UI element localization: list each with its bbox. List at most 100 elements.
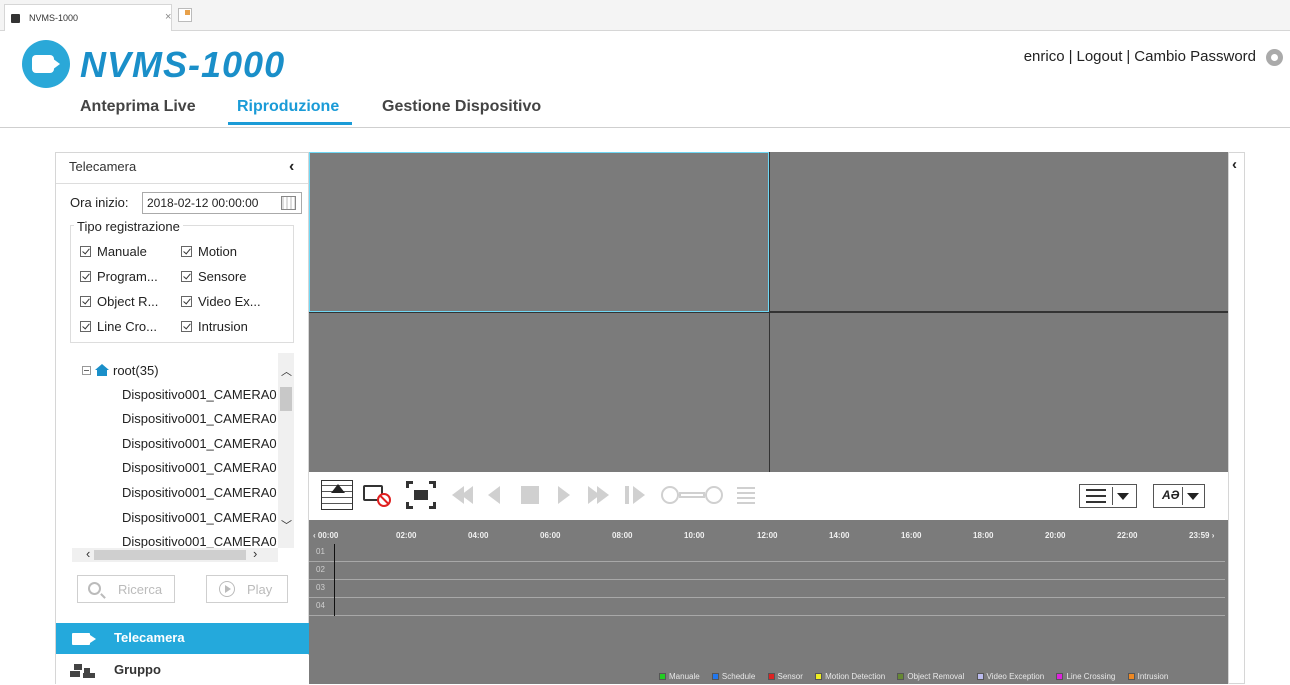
checkbox-icon[interactable] (181, 246, 192, 257)
change-password-link[interactable]: Cambio Password (1134, 48, 1256, 65)
tab-device-management[interactable]: Gestione Dispositivo (382, 98, 541, 116)
row-number: 04 (316, 601, 325, 610)
checkbox-manual[interactable]: Manuale (80, 244, 147, 259)
checkbox-sensor[interactable]: Sensore (181, 269, 246, 284)
tab-playback[interactable]: Riproduzione (237, 98, 339, 116)
tab-close-icon[interactable]: × (165, 11, 171, 23)
logout-link[interactable]: Logout (1076, 48, 1122, 65)
tree-item-camera[interactable]: Dispositivo001_CAMERA0 (122, 436, 277, 451)
side-tab-group[interactable]: Gruppo (56, 655, 310, 685)
checkbox-intrusion[interactable]: Intrusion (181, 319, 248, 334)
checkbox-motion[interactable]: Motion (181, 244, 237, 259)
tree-item-camera[interactable]: Dispositivo001_CAMERA0 (122, 460, 277, 475)
calendar-icon[interactable] (281, 196, 296, 210)
timeline-row[interactable]: 03 (309, 580, 1225, 598)
home-icon (95, 364, 109, 376)
scroll-up-icon[interactable]: ︿ (281, 363, 292, 379)
checkbox-video-exception[interactable]: Video Ex... (181, 294, 261, 309)
video-pane-2[interactable] (769, 152, 1228, 312)
row-number: 02 (316, 565, 325, 574)
video-camera-icon (72, 633, 90, 645)
collapse-node-icon[interactable] (82, 366, 91, 375)
tree-horizontal-scrollbar[interactable]: ‹ › (72, 546, 278, 562)
checkbox-icon[interactable] (181, 296, 192, 307)
tree-item-camera[interactable]: Dispositivo001_CAMERA0 (122, 411, 277, 426)
video-pane-3[interactable] (309, 312, 769, 472)
checkbox-icon[interactable] (181, 321, 192, 332)
close-all-icon[interactable] (363, 481, 393, 509)
reverse-play-icon[interactable] (488, 486, 500, 504)
checkbox-label: Line Cro... (97, 319, 157, 334)
collapse-panel-icon[interactable]: ‹ (289, 158, 294, 176)
rewind-icon[interactable] (452, 486, 478, 504)
list-icon[interactable] (737, 486, 755, 504)
expand-panel-icon[interactable]: ‹ (1232, 156, 1237, 173)
new-tab-icon[interactable] (178, 8, 192, 22)
checkbox-schedule[interactable]: Program... (80, 269, 158, 284)
tab-live-preview[interactable]: Anteprima Live (80, 98, 196, 116)
timeline[interactable]: ‹ 00:00 02:00 04:00 06:00 08:00 10:00 12… (309, 520, 1228, 684)
play-button[interactable]: Play (206, 575, 288, 603)
view-settings-dropdown[interactable] (1079, 484, 1137, 508)
checkbox-icon[interactable] (80, 271, 91, 282)
main-nav: Anteprima Live Riproduzione Gestione Dis… (0, 94, 1290, 128)
playback-toolbar: AƏ (309, 472, 1228, 520)
zoom-out-icon[interactable] (661, 486, 679, 504)
tick-label: 06:00 (540, 531, 561, 540)
side-tab-label: Gruppo (114, 662, 161, 677)
time-ruler[interactable]: ‹ 00:00 02:00 04:00 06:00 08:00 10:00 12… (309, 526, 1228, 546)
video-pane-1[interactable] (309, 152, 769, 312)
fullscreen-icon[interactable] (406, 481, 436, 509)
settings-lines-icon (1086, 489, 1106, 503)
tick-label: 04:00 (468, 531, 489, 540)
timeline-row[interactable]: 01 (309, 544, 1225, 562)
scroll-right-icon[interactable]: › (253, 546, 257, 561)
tree-vertical-scrollbar[interactable]: ︿ ﹀ (278, 353, 294, 548)
scroll-thumb[interactable] (94, 550, 246, 560)
layout-icon[interactable] (321, 480, 353, 510)
tick-label: 08:00 (612, 531, 633, 540)
camera-logo-icon (22, 40, 70, 88)
timeline-row[interactable]: 04 (309, 598, 1225, 616)
record-type-legend: Manuale Schedule Sensor Motion Detection… (659, 672, 1178, 684)
video-grid (309, 152, 1228, 472)
start-time-input[interactable] (142, 192, 302, 214)
checkbox-icon[interactable] (181, 271, 192, 282)
zoom-slider[interactable] (661, 486, 725, 504)
ai-label: AƏ (1162, 488, 1180, 502)
separator: | (1068, 48, 1073, 65)
tree-root[interactable]: root(35) (82, 363, 159, 378)
play-button-label: Play (247, 582, 273, 597)
search-button[interactable]: Ricerca (77, 575, 175, 603)
device-tree: root(35) Dispositivo001_CAMERA0 Disposit… (72, 353, 294, 548)
legend-item: Sensor (767, 672, 803, 681)
stop-icon[interactable] (521, 486, 539, 504)
checkbox-icon[interactable] (80, 246, 91, 257)
tree-item-camera[interactable]: Dispositivo001_CAMERA0 (122, 387, 277, 402)
video-pane-4[interactable] (769, 312, 1228, 472)
checkbox-icon[interactable] (80, 321, 91, 332)
active-tab-indicator (228, 122, 352, 125)
ai-events-dropdown[interactable]: AƏ (1153, 484, 1205, 508)
checkbox-label: Intrusion (198, 319, 248, 334)
scroll-thumb[interactable] (280, 387, 292, 411)
tick-label: 20:00 (1045, 531, 1066, 540)
gear-icon[interactable] (1266, 49, 1283, 66)
checkbox-line-crossing[interactable]: Line Cro... (80, 319, 157, 334)
checkbox-object-removal[interactable]: Object R... (80, 294, 158, 309)
side-tab-camera[interactable]: Telecamera (56, 623, 310, 654)
checkbox-icon[interactable] (80, 296, 91, 307)
next-frame-icon[interactable] (625, 486, 647, 504)
scroll-left-icon[interactable]: ‹ (86, 546, 90, 561)
fast-forward-icon[interactable] (588, 486, 614, 504)
scroll-down-icon[interactable]: ﹀ (281, 517, 292, 533)
play-forward-icon[interactable] (558, 486, 570, 504)
tree-item-camera[interactable]: Dispositivo001_CAMERA0 (122, 510, 277, 525)
tree-item-camera[interactable]: Dispositivo001_CAMERA0 (122, 485, 277, 500)
timeline-row[interactable]: 02 (309, 562, 1225, 580)
zoom-in-icon[interactable] (705, 486, 723, 504)
browser-tab[interactable]: NVMS-1000 × (4, 4, 172, 31)
app-favicon-icon (11, 14, 20, 23)
checkbox-label: Manuale (97, 244, 147, 259)
tick-label: 10:00 (684, 531, 705, 540)
